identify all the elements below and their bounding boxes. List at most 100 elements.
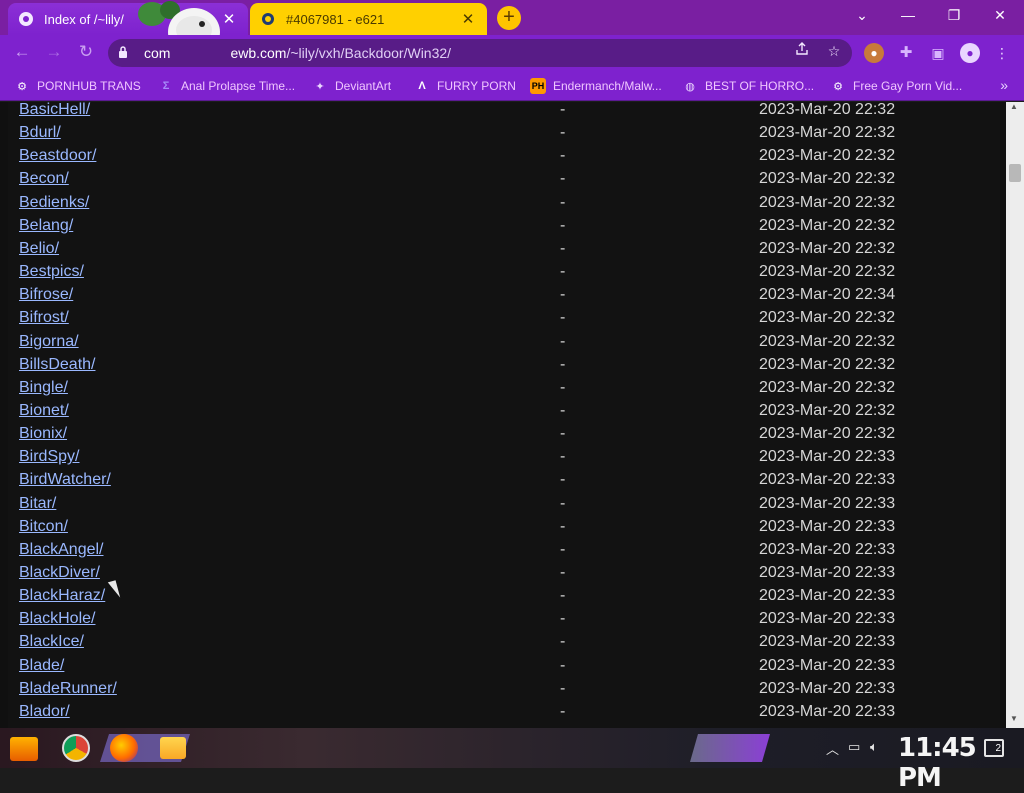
directory-link[interactable]: BlackDiver/	[19, 564, 100, 582]
directory-link[interactable]: BlackHole/	[19, 610, 95, 628]
page-content: BasicHell/ - 2023-Mar-20 22:32 Bdurl/ - 2023-…	[0, 102, 1024, 728]
directory-link[interactable]: Bdurl/	[19, 124, 61, 142]
directory-link[interactable]: Bestpics/	[19, 263, 84, 281]
size-cell: -	[560, 355, 566, 373]
date-cell: 2023-Mar-20 22:33	[759, 610, 896, 628]
directory-link[interactable]: BirdWatcher/	[19, 471, 111, 489]
firefox-icon[interactable]	[110, 734, 138, 762]
size-cell: -	[560, 517, 566, 535]
share-icon[interactable]	[792, 41, 812, 61]
bookmarks-overflow-button[interactable]: »	[1000, 77, 1008, 93]
size-cell: -	[560, 147, 566, 165]
back-button[interactable]: ←	[10, 41, 34, 65]
e621-icon	[260, 11, 276, 27]
size-cell: -	[560, 610, 566, 628]
extension-avatar-icon[interactable]: ●	[864, 43, 884, 63]
volume-icon[interactable]: 🔈︎	[870, 739, 878, 755]
url-host-prefix: com	[144, 45, 171, 61]
directory-link[interactable]: BladeRunner/	[19, 680, 117, 698]
directory-link[interactable]: BlackHaraz/	[19, 587, 105, 605]
globe-icon: ◍	[685, 80, 695, 93]
close-icon[interactable]: ✕	[220, 10, 238, 28]
profile-avatar-icon[interactable]: ●	[960, 43, 980, 63]
date-cell: 2023-Mar-20 22:33	[759, 494, 896, 512]
bookmark-item[interactable]: Σ Anal Prolapse Time...	[158, 76, 295, 96]
date-cell: 2023-Mar-20 22:33	[759, 633, 896, 651]
directory-link[interactable]: Bitar/	[19, 495, 56, 513]
file-explorer-icon[interactable]	[160, 737, 186, 759]
directory-link[interactable]: Bifrost/	[19, 309, 69, 327]
tray-chevron-icon[interactable]: ︿	[826, 739, 839, 758]
maximize-button[interactable]: ❐	[934, 4, 974, 28]
directory-link[interactable]: BasicHell/	[19, 102, 90, 119]
directory-link[interactable]: BillsDeath/	[19, 356, 95, 374]
size-cell: -	[560, 679, 566, 697]
tab-e621[interactable]: #4067981 - e621 ✕	[250, 3, 487, 35]
close-window-button[interactable]: ✕	[980, 4, 1020, 28]
table-row: BlackDiver/ - 2023-Mar-20 22:33	[8, 564, 1000, 586]
scrollbar-thumb[interactable]	[1009, 164, 1021, 182]
directory-link[interactable]: Belio/	[19, 240, 59, 258]
directory-link[interactable]: Blador/	[19, 703, 70, 721]
vertical-scrollbar[interactable]: ▲ ▼	[1006, 102, 1024, 728]
date-cell: 2023-Mar-20 22:33	[759, 540, 896, 558]
date-cell: 2023-Mar-20 22:32	[759, 263, 896, 281]
table-row: Bestpics/ - 2023-Mar-20 22:32	[8, 263, 1000, 285]
date-cell: 2023-Mar-20 22:33	[759, 471, 896, 489]
bookmark-star-icon[interactable]: ☆	[824, 41, 844, 61]
directory-link[interactable]: BlackIce/	[19, 633, 84, 651]
directory-link[interactable]: BlackAngel/	[19, 541, 104, 559]
tab-strip: Index of /~lily/ ✕ #4067981 - e621 ✕ + ⌄…	[0, 0, 1024, 56]
bookmark-item[interactable]: ✦ DeviantArt	[312, 76, 391, 96]
directory-link[interactable]: Becon/	[19, 170, 69, 188]
directory-link[interactable]: Bifrose/	[19, 286, 73, 304]
size-cell: -	[560, 494, 566, 512]
address-bar[interactable]: com ewb.com/~lily/vxh/Backdoor/Win32/	[108, 39, 852, 67]
minimize-button[interactable]: —	[888, 4, 928, 28]
table-row: BlackIce/ - 2023-Mar-20 22:33	[8, 633, 1000, 655]
bookmark-item[interactable]: ⚙ Free Gay Porn Vid...	[830, 76, 962, 96]
date-cell: 2023-Mar-20 22:33	[759, 587, 896, 605]
side-panel-icon[interactable]: ▣	[928, 43, 948, 63]
directory-link[interactable]: Bedienks/	[19, 194, 89, 212]
date-cell: 2023-Mar-20 22:33	[759, 702, 896, 720]
forward-button[interactable]: →	[42, 41, 66, 65]
table-row: BasicHell/ - 2023-Mar-20 22:32	[8, 102, 1000, 123]
menu-kebab-icon[interactable]: ⋮	[992, 43, 1012, 63]
tab-search-dropdown-icon[interactable]: ⌄	[842, 4, 882, 28]
bookmark-item[interactable]: PH Endermanch/Malw...	[530, 76, 662, 96]
reload-button[interactable]: ↻	[74, 41, 98, 65]
bookmark-item[interactable]: ◍ BEST OF HORRO...	[682, 76, 814, 96]
scroll-up-arrow-icon[interactable]: ▲	[1010, 102, 1018, 111]
network-icon[interactable]: ▭	[848, 739, 860, 755]
directory-link[interactable]: Bionix/	[19, 425, 67, 443]
directory-link[interactable]: BirdSpy/	[19, 448, 79, 466]
bookmark-item[interactable]: ⚙ PORNHUB TRANS	[14, 76, 141, 96]
size-cell: -	[560, 170, 566, 188]
directory-link[interactable]: Bingle/	[19, 379, 68, 397]
table-row: Belio/ - 2023-Mar-20 22:32	[8, 240, 1000, 262]
app-icon: ⚙	[17, 80, 27, 93]
directory-link[interactable]: Belang/	[19, 217, 73, 235]
taskbar-decoration	[690, 734, 770, 762]
directory-link[interactable]: Blade/	[19, 657, 64, 675]
directory-link[interactable]: Bitcon/	[19, 518, 68, 536]
chrome-icon[interactable]	[62, 734, 90, 762]
date-cell: 2023-Mar-20 22:32	[759, 193, 896, 211]
date-cell: 2023-Mar-20 22:33	[759, 656, 896, 674]
directory-link[interactable]: Beastdoor/	[19, 147, 96, 165]
bookmark-item[interactable]: Λ FURRY PORN	[414, 76, 516, 96]
table-row: Belang/ - 2023-Mar-20 22:32	[8, 217, 1000, 239]
tab-title: #4067981 - e621	[286, 11, 385, 27]
directory-link[interactable]: Bionet/	[19, 402, 69, 420]
close-icon[interactable]: ✕	[459, 10, 477, 28]
scroll-down-arrow-icon[interactable]: ▼	[1010, 714, 1018, 723]
notification-center-icon[interactable]: 2	[984, 739, 1004, 757]
directory-link[interactable]: Bigorna/	[19, 333, 79, 351]
url-text: com ewb.com/~lily/vxh/Backdoor/Win32/	[144, 45, 451, 61]
start-button[interactable]	[10, 737, 38, 761]
new-tab-button[interactable]: +	[497, 6, 521, 30]
extensions-puzzle-icon[interactable]: ✚	[896, 43, 916, 63]
bookmark-label: Free Gay Porn Vid...	[853, 79, 963, 93]
taskbar-clock[interactable]: 11:45 PM	[898, 733, 1024, 793]
